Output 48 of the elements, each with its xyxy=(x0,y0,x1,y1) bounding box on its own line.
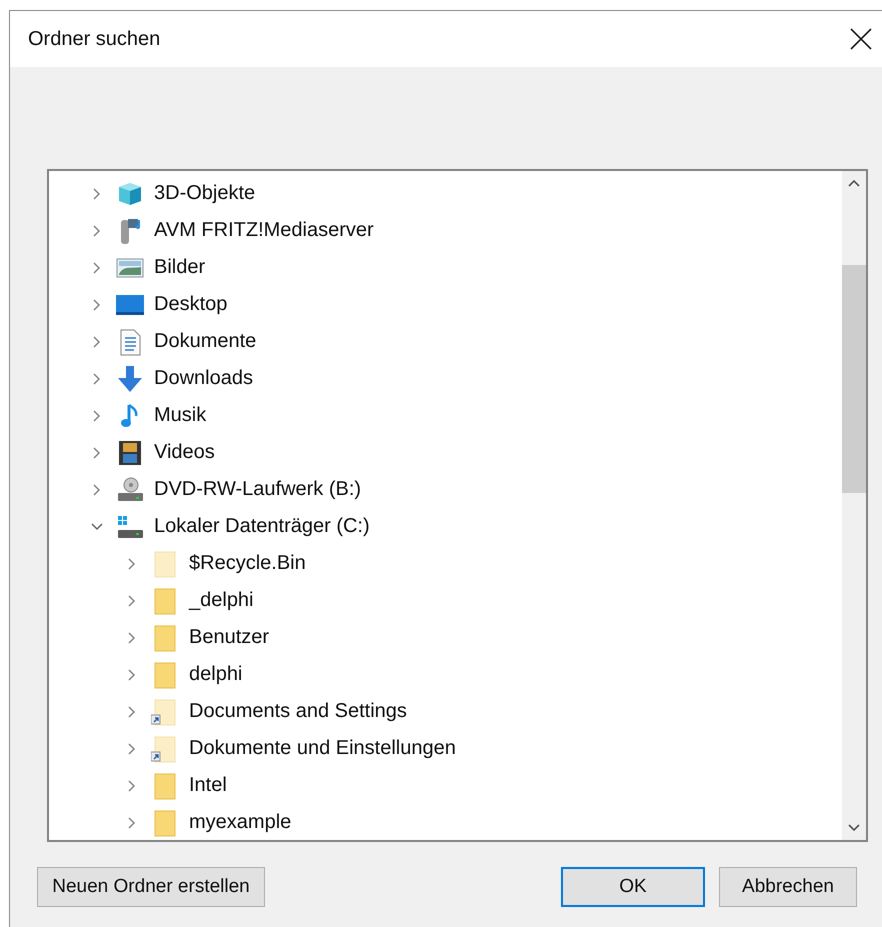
chevron-right-icon[interactable] xyxy=(126,742,138,754)
tree-item[interactable]: Intel xyxy=(189,774,227,797)
chevron-right-icon[interactable] xyxy=(91,446,103,458)
chevron-right-icon[interactable] xyxy=(126,632,138,644)
tree-item[interactable]: 3D-Objekte xyxy=(154,182,256,205)
chevron-right-icon[interactable] xyxy=(91,372,103,384)
chevron-down-icon[interactable] xyxy=(91,520,103,532)
tree-item[interactable]: delphi xyxy=(189,663,242,686)
scroll-down-icon[interactable] xyxy=(848,824,860,832)
chevron-right-icon[interactable] xyxy=(91,298,103,310)
tree-item[interactable]: Documents and Settings xyxy=(189,700,407,723)
chevron-right-icon[interactable] xyxy=(126,780,138,792)
scrollbar-thumb[interactable] xyxy=(842,265,866,493)
tree-item[interactable]: myexample xyxy=(189,811,292,834)
tree-item[interactable]: Musik xyxy=(154,404,206,427)
chevron-right-icon[interactable] xyxy=(91,262,103,274)
new-folder-button[interactable]: Neuen Ordner erstellen xyxy=(37,867,265,907)
tree-item[interactable]: Benutzer xyxy=(189,626,270,649)
chevron-right-icon[interactable] xyxy=(126,706,138,718)
chevron-right-icon[interactable] xyxy=(91,336,103,348)
chevron-right-icon[interactable] xyxy=(91,410,103,422)
chevron-right-icon[interactable] xyxy=(91,484,103,496)
tree-item[interactable]: Bilder xyxy=(154,256,206,279)
chevron-right-icon[interactable] xyxy=(126,816,138,828)
close-icon[interactable] xyxy=(850,28,872,50)
tree-item[interactable]: Lokaler Datenträger (C:) xyxy=(154,515,370,538)
scrollbar[interactable] xyxy=(842,171,866,840)
disc-drive-icon xyxy=(116,476,144,504)
chevron-right-icon[interactable] xyxy=(126,668,138,680)
tree-item[interactable]: Dokumente und Einstellungen xyxy=(189,737,456,760)
chevron-right-icon[interactable] xyxy=(126,558,138,570)
tree-item[interactable]: AVM FRITZ!Mediaserver xyxy=(154,219,374,242)
tree-item[interactable]: Downloads xyxy=(154,367,253,390)
cancel-button[interactable]: Abbrechen xyxy=(719,867,857,907)
chevron-right-icon[interactable] xyxy=(126,594,138,606)
window-title: Ordner suchen xyxy=(28,28,160,50)
chevron-right-icon[interactable] xyxy=(91,188,103,200)
download-arrow-icon xyxy=(116,364,144,392)
tree-item[interactable]: Desktop xyxy=(154,293,228,316)
chevron-right-icon[interactable] xyxy=(91,224,103,236)
tree-item[interactable]: $Recycle.Bin xyxy=(189,552,306,575)
tree-item[interactable]: _delphi xyxy=(189,589,254,612)
ok-button[interactable]: OK xyxy=(561,867,705,907)
film-strip-icon xyxy=(116,438,144,466)
scroll-up-icon[interactable] xyxy=(848,179,860,187)
tree-item[interactable]: DVD-RW-Laufwerk (B:) xyxy=(154,478,362,501)
tree-item[interactable]: Videos xyxy=(154,441,215,464)
tree-item[interactable]: Dokumente xyxy=(154,330,256,353)
